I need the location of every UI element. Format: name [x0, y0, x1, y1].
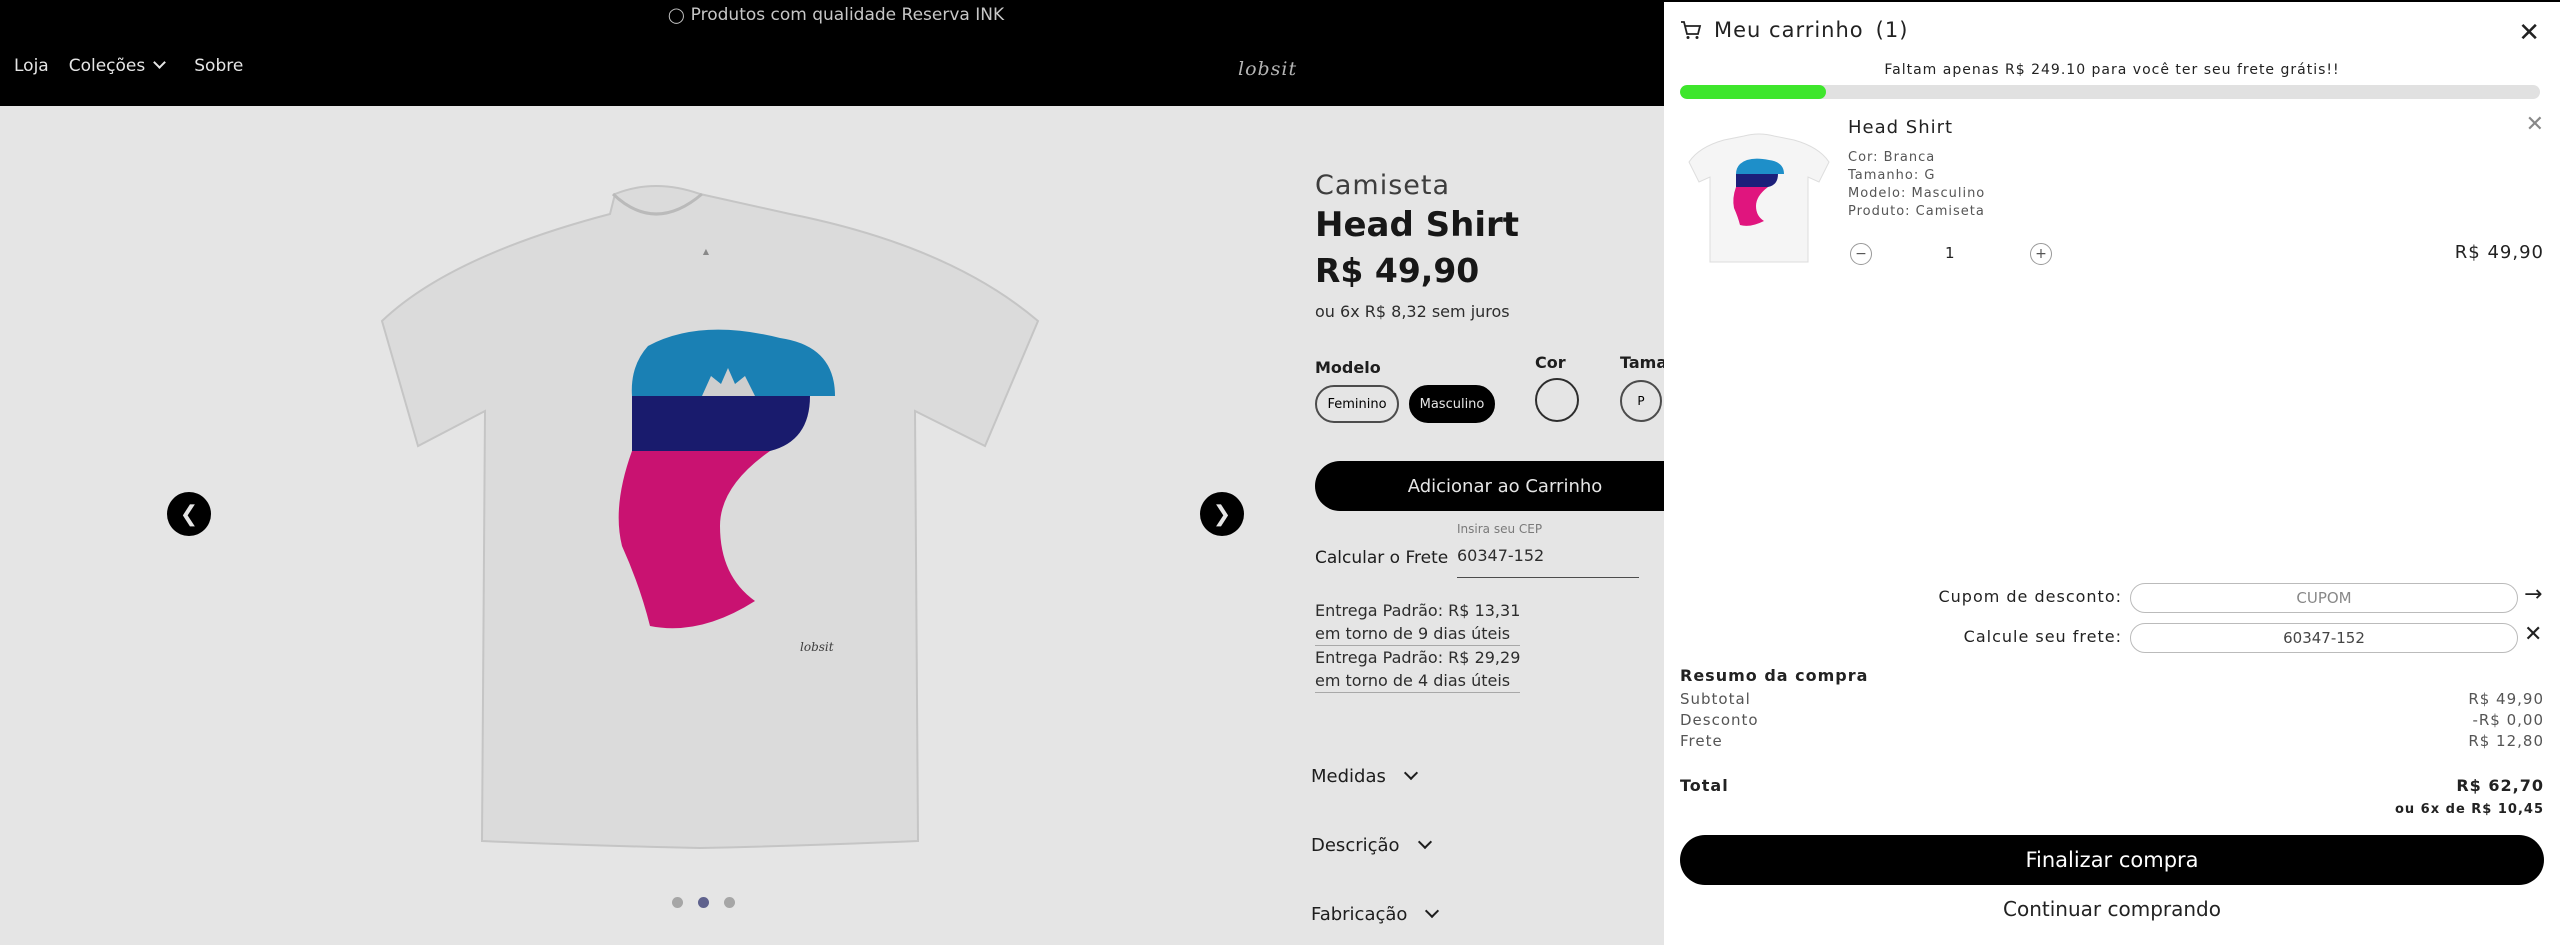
- close-icon[interactable]: ✕: [2518, 20, 2540, 46]
- progress-fill: [1680, 85, 1827, 99]
- free-shipping-progress: [1680, 85, 2540, 99]
- summary-value: -R$ 0,00: [2472, 711, 2544, 729]
- cart-count: (1): [1875, 18, 1909, 42]
- summary-label: Subtotal: [1680, 690, 1751, 708]
- continue-shopping-link[interactable]: Continuar comprando: [1664, 897, 2560, 921]
- minus-icon: −: [1855, 246, 1867, 262]
- checkout-button[interactable]: Finalizar compra: [1680, 835, 2544, 885]
- summary-value: R$ 49,90: [2468, 690, 2544, 708]
- summary-row-subtotal: Subtotal R$ 49,90: [1680, 690, 2544, 708]
- summary-value: R$ 12,80: [2468, 732, 2544, 750]
- product-page: ◯ Produtos com qualidade Reserva INK Loja…: [0, 0, 1664, 945]
- summary-label: Desconto: [1680, 711, 1759, 729]
- arrow-right-icon[interactable]: →: [2524, 582, 2542, 607]
- summary-label: Frete: [1680, 732, 1723, 750]
- cart-item-name[interactable]: Head Shirt: [1848, 117, 1953, 138]
- cart-header: Meu carrinho (1): [1680, 18, 1908, 42]
- cart-icon: [1681, 21, 1702, 39]
- summary-title: Resumo da compra: [1680, 666, 1869, 685]
- freight-input[interactable]: 60347-152: [2130, 623, 2518, 653]
- cart-item-attr: Produto: Camiseta: [1848, 204, 1985, 219]
- summary-total: Total R$ 62,70: [1680, 776, 2544, 795]
- qty-decrease-button[interactable]: −: [1850, 243, 1872, 265]
- qty-value[interactable]: 1: [1945, 244, 1955, 262]
- qty-increase-button[interactable]: +: [2030, 243, 2052, 265]
- plus-icon: +: [2035, 246, 2047, 262]
- summary-row-frete: Frete R$ 12,80: [1680, 732, 2544, 750]
- drawer-backdrop[interactable]: [0, 0, 1664, 945]
- coupon-input[interactable]: CUPOM: [2130, 583, 2518, 613]
- summary-row-desconto: Desconto -R$ 0,00: [1680, 711, 2544, 729]
- freight-label: Calcule seu frete:: [1963, 627, 2122, 646]
- coupon-label: Cupom de desconto:: [1938, 587, 2122, 606]
- cart-title: Meu carrinho: [1714, 18, 1864, 42]
- cart-item-thumbnail[interactable]: [1684, 122, 1834, 272]
- cart-drawer: Meu carrinho (1) ✕ Faltam apenas R$ 249.…: [1664, 0, 2560, 945]
- cart-item-price: R$ 49,90: [2454, 242, 2544, 263]
- total-installments: ou 6x de R$ 10,45: [2394, 802, 2544, 817]
- total-label: Total: [1680, 776, 1729, 795]
- total-value: R$ 62,70: [2456, 776, 2544, 795]
- free-shipping-message: Faltam apenas R$ 249.10 para você ter se…: [1884, 62, 2340, 78]
- remove-item-icon[interactable]: ✕: [2526, 112, 2544, 137]
- clear-freight-icon[interactable]: ✕: [2524, 622, 2542, 647]
- cart-item-attr: Cor: Branca: [1848, 150, 1936, 165]
- cart-item-attr: Tamanho: G: [1848, 168, 1936, 183]
- cart-item-attr: Modelo: Masculino: [1848, 186, 1986, 201]
